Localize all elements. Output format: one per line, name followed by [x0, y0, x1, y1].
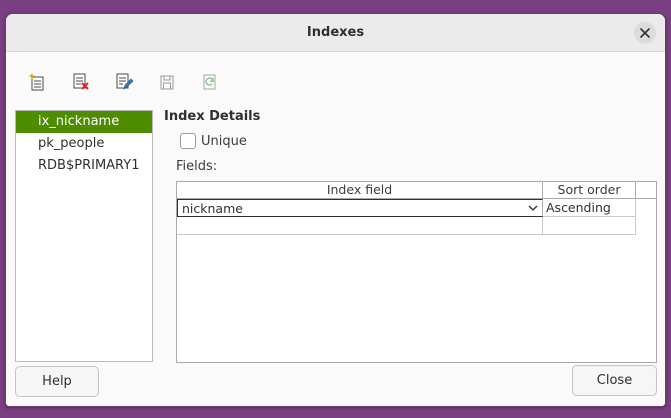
index-field-column-header: Index field — [177, 182, 543, 199]
sort-order-cell[interactable]: Ascending — [543, 199, 636, 217]
chevron-down-icon[interactable] — [528, 203, 538, 213]
index-field-dropdown[interactable]: nickname — [177, 199, 543, 217]
index-item-rdb-primary1[interactable]: RDB$PRIMARY1 — [16, 155, 152, 177]
help-button[interactable]: Help — [15, 366, 99, 397]
unique-label: Unique — [201, 133, 247, 149]
save-index-button[interactable] — [155, 69, 198, 95]
grid-header: Index field Sort order — [177, 182, 656, 199]
sort-order-cell[interactable] — [543, 217, 636, 235]
new-index-icon — [28, 73, 44, 91]
index-field-value: nickname — [182, 201, 243, 216]
fields-label: Fields: — [176, 159, 218, 174]
table-row — [177, 217, 636, 235]
close-icon — [640, 28, 650, 38]
new-index-button[interactable] — [26, 69, 69, 95]
close-button[interactable]: Close — [572, 365, 657, 396]
index-item-pk-people[interactable]: pk_people — [16, 133, 152, 155]
save-index-icon — [160, 75, 174, 90]
unique-checkbox[interactable] — [180, 133, 196, 149]
unique-option: Unique — [180, 133, 247, 149]
index-field-cell[interactable] — [177, 217, 543, 235]
rename-index-icon — [116, 73, 134, 90]
index-item-ix-nickname[interactable]: ix_nickname — [16, 111, 152, 133]
dialog-title: Indexes — [306, 25, 365, 40]
indexes-dialog: Indexes ix_nickname pk_people RDB$PRIMAR… — [5, 13, 666, 407]
rename-index-button[interactable] — [112, 69, 155, 95]
index-toolbar — [26, 69, 241, 95]
grid-header-filler — [636, 182, 656, 199]
sort-order-column-header: Sort order — [543, 182, 636, 199]
title-bar: Indexes — [6, 14, 665, 52]
reset-index-button[interactable] — [198, 69, 241, 95]
table-row: nickname Ascending — [177, 199, 636, 217]
window-close-button[interactable] — [634, 22, 656, 44]
delete-index-button[interactable] — [69, 69, 112, 95]
index-details-heading: Index Details — [164, 109, 261, 124]
index-list: ix_nickname pk_people RDB$PRIMARY1 — [15, 110, 153, 362]
index-fields-grid: Index field Sort order nickname Ascendin… — [176, 181, 657, 363]
delete-index-icon — [73, 73, 89, 90]
reset-index-icon — [203, 74, 216, 90]
